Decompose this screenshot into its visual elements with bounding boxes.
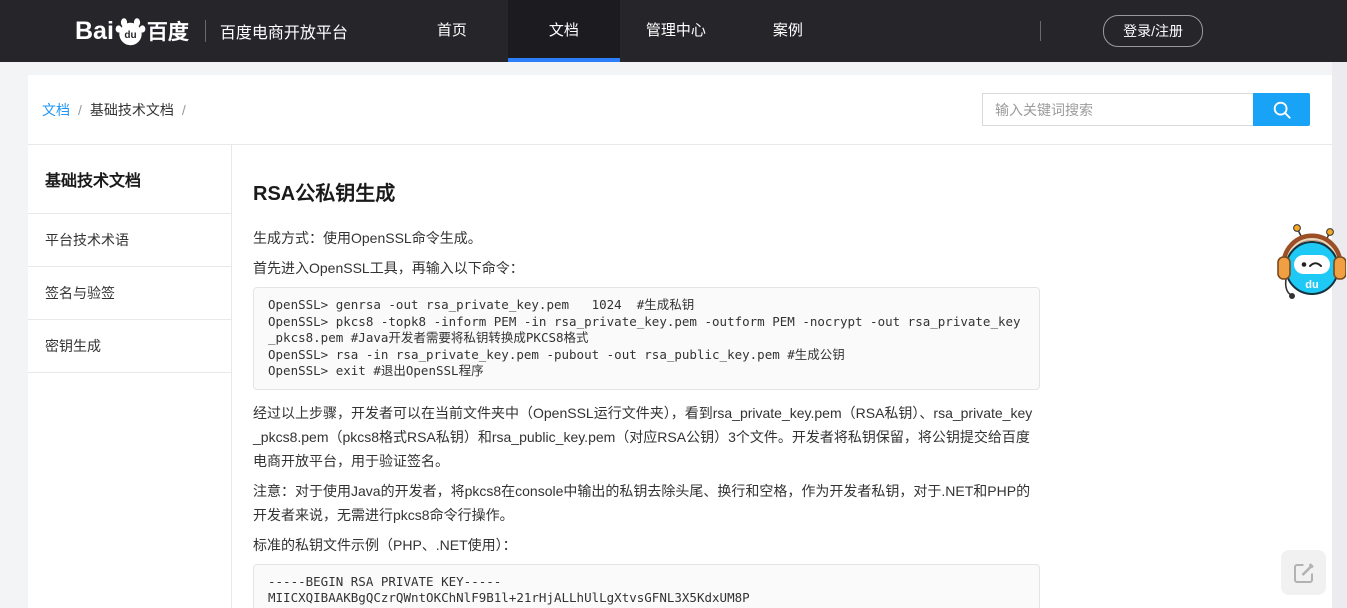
code-line: OpenSSL> exit #退出OpenSSL程序	[268, 363, 1025, 380]
doc-paragraph: 经过以上步骤，开发者可以在当前文件夹中（OpenSSL运行文件夹），看到rsa_…	[253, 401, 1040, 473]
code-line: -----BEGIN RSA PRIVATE KEY-----	[268, 574, 1025, 591]
sidebar-item[interactable]: 平台技术术语	[28, 214, 231, 267]
nav-item-console[interactable]: 管理中心	[620, 0, 732, 62]
logo-text-bai: Bai	[75, 17, 114, 46]
nav-item-cases[interactable]: 案例	[732, 0, 844, 62]
edit-compose-icon	[1292, 561, 1316, 585]
doc-paragraph: 首先进入OpenSSL工具，再输入以下命令：	[253, 256, 1040, 280]
svg-text:du: du	[124, 30, 136, 41]
sidebar-item[interactable]: 密钥生成	[28, 320, 231, 373]
main-nav: 首页 文档 管理中心 案例	[396, 0, 844, 62]
code-line: OpenSSL> genrsa -out rsa_private_key.pem…	[268, 297, 1025, 314]
code-line: OpenSSL> pkcs8 -topk8 -inform PEM -in rs…	[268, 314, 1025, 347]
page-title: RSA公私钥生成	[253, 177, 1040, 206]
doc-paragraph: 标准的私钥文件示例（PHP、.NET使用）：	[253, 533, 1040, 557]
logo-text-baidu-cn: 百度	[147, 16, 189, 46]
login-register-button[interactable]: 登录/注册	[1103, 15, 1203, 47]
code-line: MIICXQIBAAKBgQCzrQWntOKChNlF9B1l+21rHjAL…	[268, 590, 1025, 607]
baidu-paw-icon: du	[115, 17, 146, 46]
search-input[interactable]	[982, 93, 1253, 126]
nav-item-home[interactable]: 首页	[396, 0, 508, 62]
du-robot-icon: du	[1276, 217, 1346, 305]
logo-divider	[205, 20, 206, 42]
search-bar	[982, 93, 1310, 126]
code-block-openssl-commands: OpenSSL> genrsa -out rsa_private_key.pem…	[253, 287, 1040, 390]
sidebar-item[interactable]: 签名与验签	[28, 267, 231, 320]
du-customer-service-mascot[interactable]: du	[1276, 217, 1346, 305]
feedback-edit-button[interactable]	[1281, 550, 1326, 595]
sidebar-title: 基础技术文档	[28, 145, 231, 214]
search-button[interactable]	[1253, 93, 1310, 126]
scrollbar-track[interactable]	[1332, 62, 1347, 608]
doc-paragraph: 注意：对于使用Java的开发者，将pkcs8在console中输出的私钥去除头尾…	[253, 479, 1040, 527]
sidebar: 基础技术文档 平台技术术语 签名与验签 密钥生成	[28, 145, 232, 608]
code-line: OpenSSL> rsa -in rsa_private_key.pem -pu…	[268, 347, 1025, 364]
svg-text:du: du	[1305, 279, 1318, 291]
content-panel: 文档 / 基础技术文档 / 基础技术文档 平台技术术语 签名与验签	[28, 75, 1332, 608]
breadcrumb-current: 基础技术文档	[90, 100, 174, 120]
doc-paragraph: 生成方式：使用OpenSSL命令生成。	[253, 226, 1040, 250]
top-navbar: Bai du 百度 百度电商开放平台 首页 文档 管理中心 案例 登录/注册	[0, 0, 1347, 62]
platform-name: 百度电商开放平台	[220, 19, 348, 43]
breadcrumb-docs-link[interactable]: 文档	[42, 100, 70, 120]
nav-divider	[1040, 21, 1041, 41]
doc-content: RSA公私钥生成 生成方式：使用OpenSSL命令生成。 首先进入OpenSSL…	[232, 145, 1040, 608]
breadcrumb: 文档 / 基础技术文档 /	[42, 100, 186, 120]
breadcrumb-separator: /	[182, 102, 186, 118]
nav-item-docs[interactable]: 文档	[508, 0, 620, 62]
sidebar-list: 平台技术术语 签名与验签 密钥生成	[28, 214, 231, 373]
search-icon	[1271, 99, 1293, 121]
breadcrumb-row: 文档 / 基础技术文档 /	[28, 75, 1332, 145]
baidu-logo[interactable]: Bai du 百度 百度电商开放平台	[75, 16, 348, 46]
code-block-private-key-example: -----BEGIN RSA PRIVATE KEY-----MIICXQIBA…	[253, 564, 1040, 608]
breadcrumb-separator: /	[78, 102, 82, 118]
